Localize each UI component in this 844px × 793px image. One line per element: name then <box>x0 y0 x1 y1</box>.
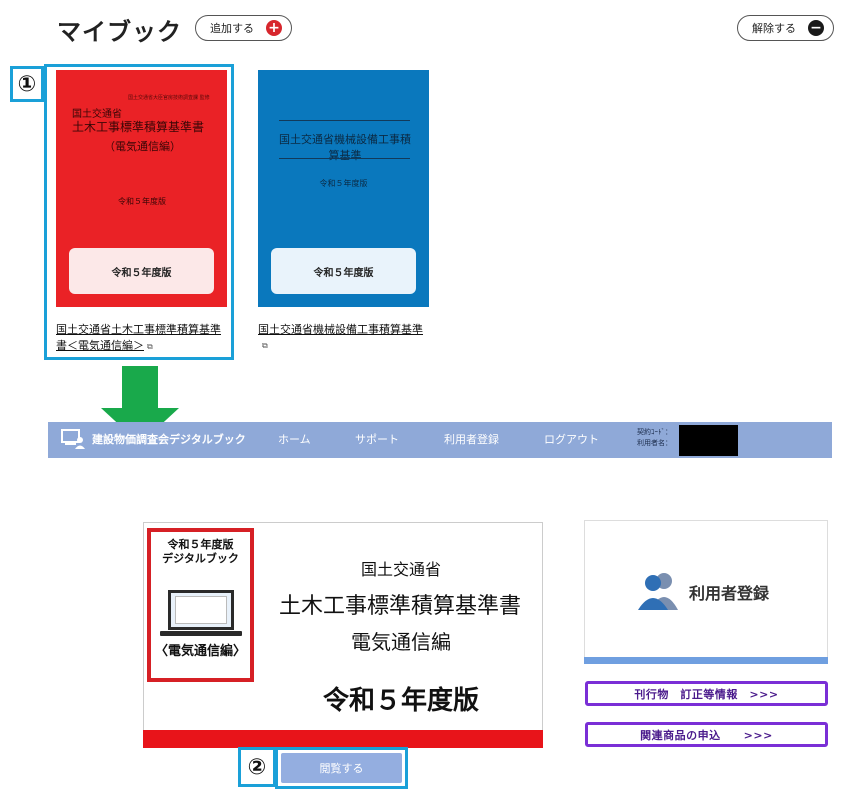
plus-icon: + <box>266 20 282 36</box>
cover-rule-bottom <box>279 158 410 159</box>
navbar-brand[interactable]: 建設物価調査会デジタルブック <box>92 431 246 447</box>
external-link-icon: ⧉ <box>147 342 153 351</box>
nav-support[interactable]: サポート <box>355 431 399 447</box>
product-title: 土木工事標準積算基準書 <box>278 594 521 619</box>
down-arrow-icon <box>122 366 158 410</box>
mini-book-title-line1: 令和５年度版 <box>167 538 234 551</box>
computer-user-icon <box>61 429 85 449</box>
users-icon <box>638 573 678 610</box>
book-link-text[interactable]: 国土交通省機械設備工事積算基準 <box>258 323 423 336</box>
book-link-electric[interactable]: 国土交通省土木工事標準積算基準書＜電気通信編＞ ⧉ <box>56 322 228 355</box>
step-2-marker: ② <box>238 747 276 787</box>
related-products-button[interactable]: 関連商品の申込 >>> <box>585 722 828 747</box>
view-button[interactable]: 閲覧する <box>281 753 402 783</box>
nav-logout[interactable]: ログアウト <box>544 431 599 447</box>
cover-supervisor-text: 国土交通省大臣官房技術調査課 監修 <box>128 95 210 101</box>
redacted-account-block <box>679 425 738 456</box>
step-1-marker: ① <box>10 66 44 102</box>
user-name-label: 利用者名： <box>637 439 672 447</box>
laptop-base-icon <box>160 631 242 636</box>
external-link-icon: ⧉ <box>262 341 268 350</box>
book-link-machinery[interactable]: 国土交通省機械設備工事積算基準 <box>258 322 430 338</box>
cover-year-text: 令和５年度版 <box>319 179 368 188</box>
book-link-text[interactable]: 国土交通省土木工事標準積算基準書＜電気通信編＞ <box>56 323 221 352</box>
remove-from-mybook-button[interactable]: 解除する − <box>737 15 834 41</box>
cover-title-text: 土木工事標準積算基準書 <box>72 120 205 134</box>
add-to-mybook-button[interactable]: 追加する + <box>195 15 292 41</box>
page-title: マイブック <box>57 18 182 46</box>
mini-book-title: 令和５年度版 デジタルブック <box>152 538 249 566</box>
product-ministry: 国土交通省 <box>360 560 441 579</box>
product-subtitle: 電気通信編 <box>351 630 451 654</box>
product-card-accent-bar <box>143 730 543 748</box>
minus-icon: − <box>808 20 824 36</box>
cover-year-text: 令和５年度版 <box>118 197 166 206</box>
nav-home[interactable]: ホーム <box>278 431 311 447</box>
cover-subtitle-text: （電気通信編） <box>104 140 181 153</box>
user-registration-label: 利用者登録 <box>689 584 770 603</box>
laptop-screen-page-icon <box>175 596 227 624</box>
mini-book-subtitle: 〈電気通信編〉 <box>154 644 246 659</box>
nav-user-registration[interactable]: 利用者登録 <box>444 431 499 447</box>
add-button-label: 追加する <box>210 22 254 35</box>
corrections-info-button[interactable]: 刊行物 訂正等情報 >>> <box>585 681 828 706</box>
navbar-account-info: 契約ｺｰﾄﾞ： 利用者名： <box>637 427 672 449</box>
product-edition: 令和５年度版 <box>322 686 479 716</box>
remove-button-label: 解除する <box>752 22 796 35</box>
mini-book-title-line2: デジタルブック <box>162 552 239 565</box>
cover-edition-badge: 令和５年度版 <box>271 248 416 294</box>
cover-edition-badge: 令和５年度版 <box>69 248 214 294</box>
cover-rule-top <box>279 120 410 121</box>
contract-code-label: 契約ｺｰﾄﾞ： <box>637 428 672 436</box>
registration-card-accent-bar <box>584 657 828 664</box>
